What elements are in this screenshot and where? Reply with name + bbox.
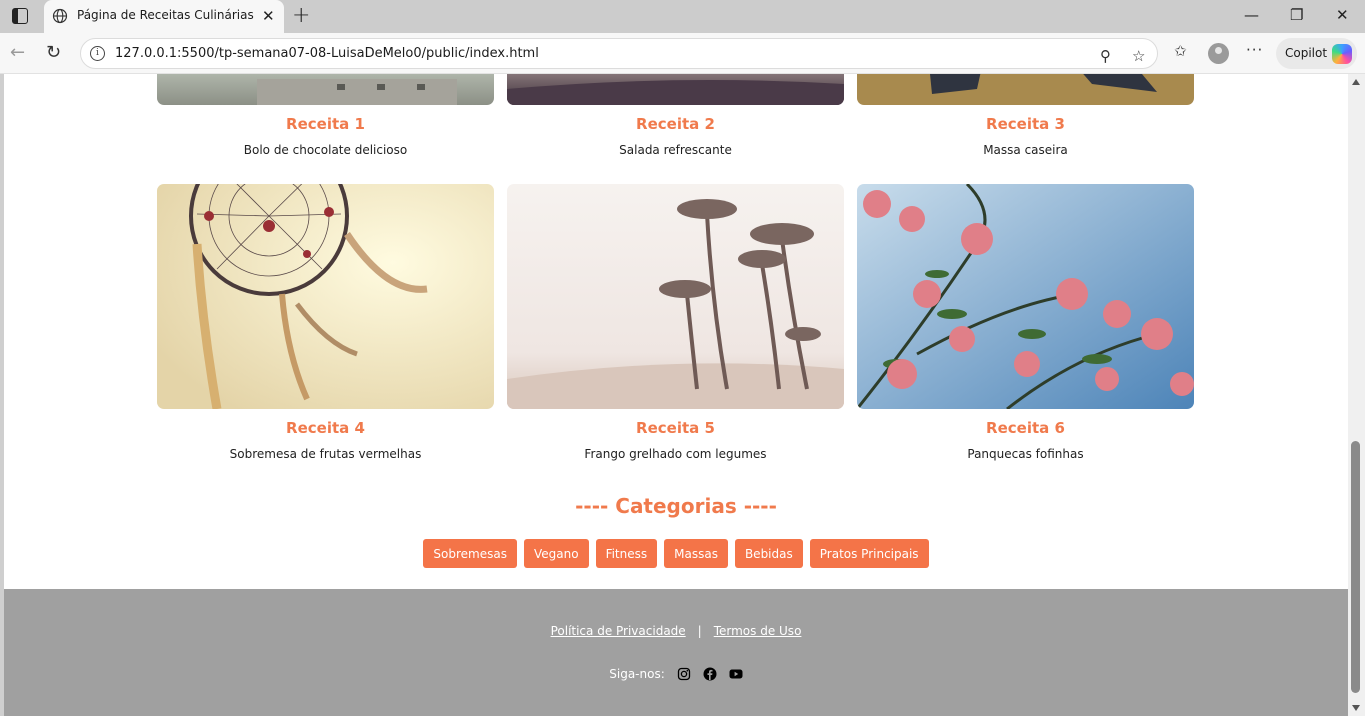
recipe-description-1: Bolo de chocolate delicioso [243,143,408,157]
category-button-pratos-principais[interactable]: Pratos Principais [809,539,929,568]
scroll-up-arrow-icon[interactable] [1352,79,1360,85]
footer-links: Política de Privacidade | Termos de Uso [4,624,1348,638]
youtube-icon[interactable] [729,667,743,681]
address-bar[interactable]: i 127.0.0.1:5500/tp-semana07-08-LuisaDeM… [80,38,1158,69]
footer-separator: | [697,624,702,638]
url-text[interactable]: 127.0.0.1:5500/tp-semana07-08-LuisaDeMel… [115,46,539,61]
browser-tab[interactable]: Página de Receitas Culinárias ✕ [44,0,284,33]
recipe-description-3: Massa caseira [983,143,1068,157]
follow-label: Siga-nos: [609,667,665,681]
scroll-down-arrow-icon[interactable] [1352,705,1360,711]
categories-heading: ---- Categorias ---- [575,494,777,518]
zoom-icon[interactable]: ⚲ [1100,47,1111,65]
instagram-icon[interactable] [677,667,691,681]
recipe-title-1: Receita 1 [286,115,365,133]
more-menu-icon[interactable]: ··· [1246,41,1263,59]
recipe-description-6: Panquecas fofinhas [967,447,1084,461]
category-button-bebidas[interactable]: Bebidas [734,539,803,568]
tab-title: Página de Receitas Culinárias [77,8,254,22]
browser-toolbar: ← ↻ i 127.0.0.1:5500/tp-semana07-08-Luis… [0,33,1365,74]
category-button-fitness[interactable]: Fitness [595,539,658,568]
site-info-icon[interactable]: i [90,46,105,61]
recipe-image-4 [157,184,494,409]
page-viewport: Receita 1 Bolo de chocolate delicioso Re… [4,74,1348,716]
recipe-image-6 [857,184,1194,409]
close-tab-icon[interactable]: ✕ [262,7,275,25]
new-tab-icon[interactable]: + [292,3,310,28]
recipe-image-5 [507,184,844,409]
back-icon[interactable]: ← [10,42,25,63]
favorite-star-icon[interactable]: ☆ [1132,47,1145,65]
minimize-icon[interactable]: — [1244,6,1259,24]
category-button-massas[interactable]: Massas [664,539,728,568]
privacy-policy-link[interactable]: Política de Privacidade [551,624,686,638]
recipe-title-5: Receita 5 [636,419,715,437]
category-button-sobremesas[interactable]: Sobremesas [423,539,517,568]
profile-avatar[interactable] [1208,43,1229,64]
recipe-image-3 [857,74,1194,105]
facebook-icon[interactable] [703,667,717,681]
browser-tab-bar: Página de Receitas Culinárias ✕ + — ❐ ✕ [0,0,1365,33]
copilot-icon [1332,44,1352,64]
globe-icon [52,8,68,24]
scrollbar-thumb[interactable] [1351,441,1360,693]
recipe-description-5: Frango grelhado com legumes [584,447,767,461]
category-button-vegano[interactable]: Vegano [523,539,589,568]
recipe-title-3: Receita 3 [986,115,1065,133]
recipe-title-4: Receita 4 [286,419,365,437]
terms-of-use-link[interactable]: Termos de Uso [714,624,802,638]
copilot-button[interactable]: Copilot [1276,38,1357,69]
refresh-icon[interactable]: ↻ [46,42,61,63]
copilot-label: Copilot [1285,46,1328,60]
recipe-description-4: Sobremesa de frutas vermelhas [229,447,422,461]
recipe-image-1 [157,74,494,105]
favorites-icon[interactable]: ✩ [1174,42,1187,60]
recipe-image-2 [507,74,844,105]
social-follow: Siga-nos: [4,667,1348,681]
categories-list: Sobremesas Vegano Fitness Massas Bebidas… [4,539,1348,568]
restore-icon[interactable]: ❐ [1290,6,1303,24]
tab-actions-icon[interactable] [12,8,28,24]
recipe-title-2: Receita 2 [636,115,715,133]
recipe-title-6: Receita 6 [986,419,1065,437]
close-window-icon[interactable]: ✕ [1336,6,1349,24]
recipe-description-2: Salada refrescante [619,143,732,157]
page-footer: Política de Privacidade | Termos de Uso Si… [4,589,1348,716]
page-scrollbar[interactable] [1348,74,1365,716]
